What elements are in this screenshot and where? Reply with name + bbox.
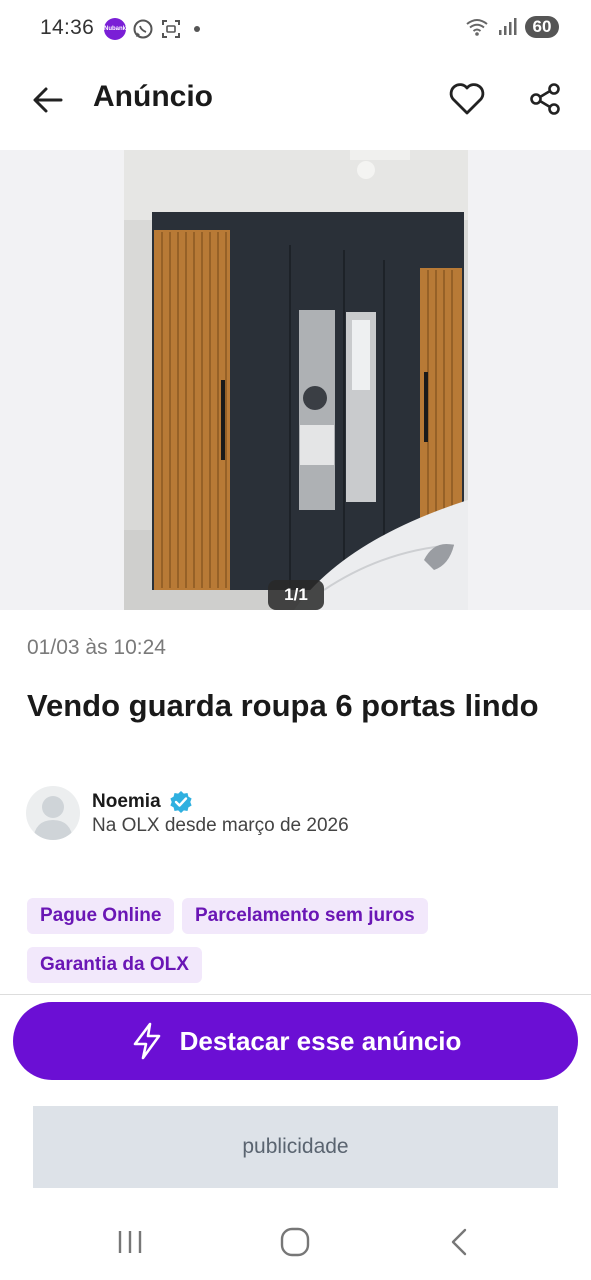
seller-member-since: Na OLX desde março de 2026 (92, 815, 349, 836)
recent-apps-button[interactable] (108, 1220, 152, 1264)
battery-indicator: 60 (525, 16, 559, 38)
chevron-left-icon (451, 1228, 467, 1256)
seller-name-row[interactable]: Noemia (92, 790, 193, 814)
listing-photo[interactable] (124, 150, 468, 610)
system-navigation-bar (0, 1200, 591, 1280)
tag-pague-online: Pague Online (27, 898, 175, 934)
ad-label: publicidade (242, 1135, 349, 1158)
photo-counter: 1/1 (268, 580, 324, 610)
more-notifications-dot (194, 26, 200, 32)
recent-apps-icon (118, 1231, 142, 1253)
home-button[interactable] (273, 1220, 317, 1264)
ad-banner[interactable]: publicidade (33, 1106, 558, 1188)
lightning-icon (133, 1022, 160, 1060)
share-button[interactable] (524, 78, 566, 120)
app-header: Anúncio (0, 60, 591, 144)
seller-name[interactable]: Noemia (92, 791, 161, 813)
app-badge-icon: Nubank (104, 18, 126, 40)
highlight-ad-label: Destacar esse anúncio (179, 1025, 462, 1056)
listing-date: 01/03 às 10:24 (27, 636, 166, 659)
status-time: 14:36 (40, 16, 95, 39)
system-back-button[interactable] (438, 1220, 482, 1264)
tag-garantia: Garantia da OLX (27, 947, 202, 983)
wifi-icon (466, 19, 488, 36)
whatsapp-icon (133, 19, 153, 39)
back-button[interactable] (28, 80, 68, 120)
share-icon (530, 83, 560, 115)
status-notification-icons: Nubank (104, 18, 200, 40)
tag-parcelamento: Parcelamento sem juros (182, 898, 428, 934)
divider (0, 994, 591, 995)
photo-gallery[interactable]: 1/1 (0, 150, 591, 610)
highlight-ad-button[interactable]: Destacar esse anúncio (13, 1002, 578, 1080)
favorite-button[interactable] (446, 78, 488, 120)
back-arrow-icon (33, 87, 63, 113)
status-bar: 14:36 Nubank 60 (0, 0, 591, 60)
verified-badge-icon (170, 791, 192, 813)
wardrobe-photo-illustration (124, 150, 468, 610)
user-avatar-icon (33, 796, 73, 840)
heart-icon (449, 83, 485, 115)
screenshot-icon (162, 20, 180, 38)
status-system-icons: 60 (465, 16, 559, 38)
home-icon (280, 1227, 310, 1257)
signal-icon (499, 18, 517, 35)
seller-avatar[interactable] (26, 786, 80, 840)
listing-title: Vendo guarda roupa 6 portas lindo (27, 688, 539, 723)
page-title: Anúncio (93, 80, 213, 113)
